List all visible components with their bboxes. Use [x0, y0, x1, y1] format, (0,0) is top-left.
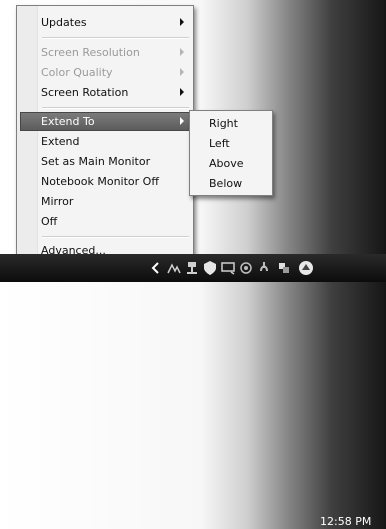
submenu-arrow-icon [180, 117, 184, 125]
context-menu: Updates Screen Resolution Color Quality … [16, 5, 194, 266]
display-settings-icon[interactable] [298, 260, 314, 276]
submenu-item-label: Right [209, 117, 238, 130]
submenu-arrow-icon [180, 68, 184, 76]
taskbar-clock[interactable]: 12:58 PM [320, 515, 371, 529]
submenu-arrow-icon [180, 48, 184, 56]
menu-item-label: Notebook Monitor Off [41, 175, 159, 188]
menu-item-label: Color Quality [41, 66, 113, 79]
shield-icon[interactable] [202, 260, 218, 276]
network-icon[interactable] [166, 260, 182, 276]
menu-item-set-as-main-monitor[interactable]: Set as Main Monitor [20, 152, 190, 171]
submenu-item-label: Below [209, 177, 243, 190]
menu-item-label: Screen Rotation [41, 86, 129, 99]
signal-icon[interactable] [238, 260, 254, 276]
monitor-switch-icon[interactable] [276, 260, 292, 276]
menu-item-off[interactable]: Off [20, 212, 190, 231]
submenu-item-label: Above [209, 157, 244, 170]
submenu-item-right[interactable]: Right [193, 114, 269, 133]
menu-item-label: Set as Main Monitor [41, 155, 151, 168]
menu-item-label: Updates [41, 16, 87, 29]
system-tray [148, 254, 386, 282]
menu-separator [42, 236, 189, 238]
submenu-item-above[interactable]: Above [193, 154, 269, 173]
menu-item-label: Off [41, 215, 58, 228]
submenu-item-left[interactable]: Left [193, 134, 269, 153]
menu-item-screen-rotation[interactable]: Screen Rotation [20, 83, 190, 102]
menu-item-label: Mirror [41, 195, 74, 208]
chevron-left-icon[interactable] [148, 260, 164, 276]
display-icon[interactable] [220, 260, 236, 276]
usb-icon[interactable] [184, 260, 200, 276]
menu-item-updates[interactable]: Updates [20, 13, 190, 32]
menu-item-label: Extend [41, 135, 80, 148]
menu-item-mirror[interactable]: Mirror [20, 192, 190, 211]
menu-item-label: Extend To [41, 115, 95, 128]
submenu-arrow-icon [180, 88, 184, 96]
menu-item-label: Screen Resolution [41, 46, 140, 59]
submenu-arrow-icon [180, 18, 184, 26]
menu-item-screen-resolution: Screen Resolution [20, 43, 190, 62]
power-icon[interactable] [256, 260, 272, 276]
menu-item-notebook-monitor-off[interactable]: Notebook Monitor Off [20, 172, 190, 191]
menu-item-extend[interactable]: Extend [20, 132, 190, 151]
submenu-item-below[interactable]: Below [193, 174, 269, 193]
menu-item-color-quality: Color Quality [20, 63, 190, 82]
taskbar: 12:58 PM [0, 254, 386, 528]
menu-separator [42, 107, 189, 109]
menu-item-extend-to[interactable]: Extend To [20, 112, 190, 131]
extend-to-submenu: Right Left Above Below [189, 110, 273, 196]
menu-separator [42, 37, 189, 39]
submenu-item-label: Left [209, 137, 230, 150]
